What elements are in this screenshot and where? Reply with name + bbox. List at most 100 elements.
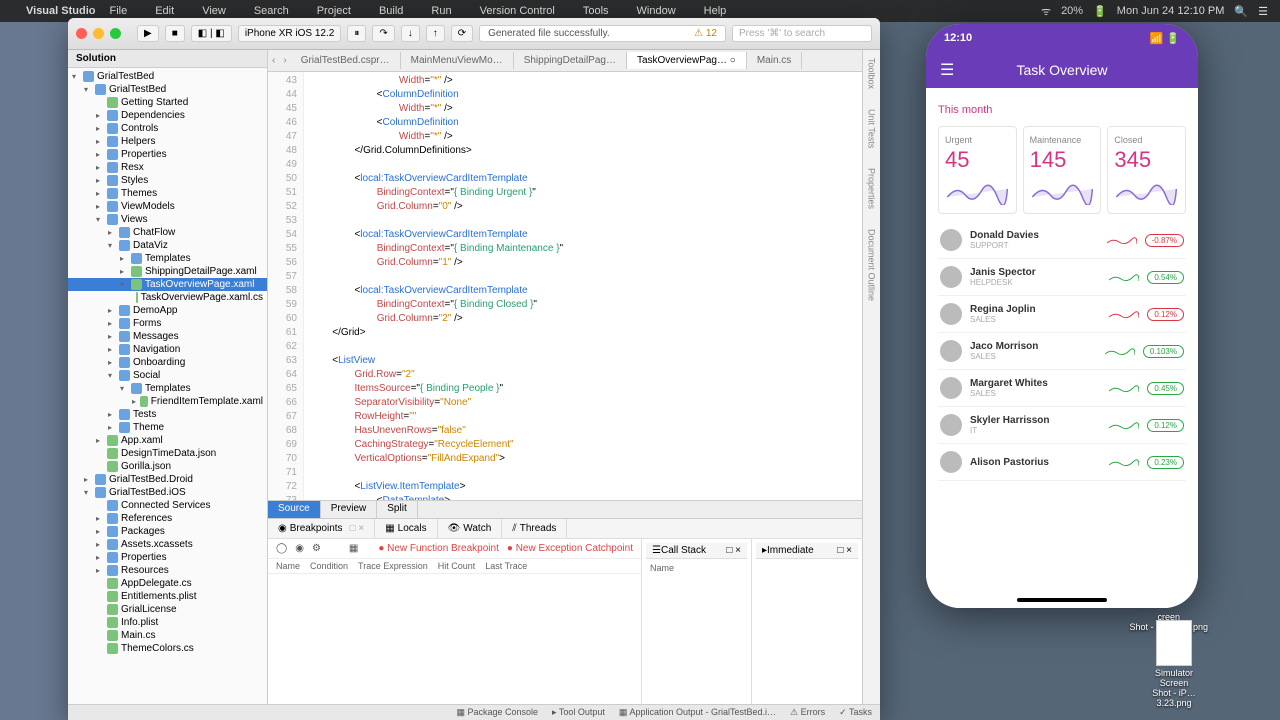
spotlight-icon[interactable]: 🔍 (1234, 5, 1248, 18)
tree-item[interactable]: ▾TaskOverviewPage.xaml (68, 278, 267, 291)
minimize-window-button[interactable] (93, 28, 104, 39)
tree-item[interactable]: ▸FriendItemTemplate.xaml (68, 395, 267, 408)
wifi-icon[interactable]: ᯤ (1041, 4, 1051, 19)
tree-item[interactable]: ▸Styles (68, 174, 267, 187)
tree-item[interactable]: ▸ChatFlow (68, 226, 267, 239)
tree-item[interactable]: ▾GrialTestBed (68, 83, 267, 96)
new-ex-catchpoint[interactable]: New Exception Catchpoint (516, 543, 633, 554)
panel-threads[interactable]: ⫽ Threads (502, 519, 567, 538)
tree-item[interactable]: ▸Templates (68, 252, 267, 265)
code-editor[interactable]: 4344454647484950515253545556575859606162… (268, 72, 862, 500)
tree-item[interactable]: ▾DataViz (68, 239, 267, 252)
tree-item[interactable]: ▸Onboarding (68, 356, 267, 369)
tree-item[interactable]: Connected Services (68, 499, 267, 512)
step-out-button[interactable]: ↑ (426, 25, 445, 42)
tree-item[interactable]: ▸Packages (68, 525, 267, 538)
control-center-icon[interactable]: ☰ (1258, 5, 1268, 18)
tree-item[interactable]: Getting Started (68, 96, 267, 109)
global-search-input[interactable]: Press '⌘' to search (732, 25, 872, 42)
tab-back-button[interactable]: ‹ (268, 55, 279, 66)
menubar-item[interactable]: Tools (583, 5, 609, 17)
tree-item[interactable]: Info.plist (68, 616, 267, 629)
panel-locals[interactable]: ▦ Locals (375, 519, 437, 538)
menubar-item[interactable]: Window (637, 5, 676, 17)
warnings-count[interactable]: ⚠ 12 (694, 28, 717, 39)
tree-item[interactable]: ThemeColors.cs (68, 642, 267, 655)
tree-item[interactable]: ▾GrialTestBed (68, 70, 267, 83)
tree-item[interactable]: ▸Theme (68, 421, 267, 434)
menubar-item[interactable]: Version Control (480, 5, 555, 17)
tree-item[interactable]: ▸Messages (68, 330, 267, 343)
bp-clear-icon[interactable]: ◯ (276, 543, 287, 554)
status-package-console[interactable]: ▦ Package Console (456, 707, 538, 718)
tree-item[interactable]: ▸App.xaml (68, 434, 267, 447)
tab-preview[interactable]: Preview (321, 501, 378, 518)
metric-card[interactable]: Closed345 (1107, 126, 1186, 214)
bp-filter-icon[interactable]: ▦ (349, 543, 358, 554)
tree-item[interactable]: Entitlements.plist (68, 590, 267, 603)
status-app-output[interactable]: ▦ Application Output - GrialTestBed.i… (619, 707, 776, 718)
tree-item[interactable]: ▸Properties (68, 148, 267, 161)
clock[interactable]: Mon Jun 24 12:10 PM (1117, 5, 1225, 17)
tree-item[interactable]: AppDelegate.cs (68, 577, 267, 590)
tree-item[interactable]: ▸Tests (68, 408, 267, 421)
tree-item[interactable]: ▸Dependencies (68, 109, 267, 122)
tree-item[interactable]: ▸Resources (68, 564, 267, 577)
zoom-window-button[interactable] (110, 28, 121, 39)
panel-watch[interactable]: 👁 Watch (438, 519, 503, 538)
list-item[interactable]: Margaret WhitesSALES0.45% (938, 370, 1186, 407)
step-in-button[interactable]: ↓ (401, 25, 420, 42)
menubar-item[interactable]: View (202, 5, 226, 17)
menubar-item[interactable]: Help (704, 5, 727, 17)
refresh-button[interactable]: ⟳ (451, 25, 473, 42)
tree-item[interactable]: ▾Views (68, 213, 267, 226)
tree-item[interactable]: ▸DemoApp (68, 304, 267, 317)
list-item[interactable]: Janis SpectorHELPDESK0.54% (938, 259, 1186, 296)
tree-item[interactable]: ▸ShippingDetailPage.xaml (68, 265, 267, 278)
tree-item[interactable]: ▾Templates (68, 382, 267, 395)
tree-item[interactable]: ▸Properties (68, 551, 267, 564)
doc-outline-tab[interactable]: Document Outline (867, 229, 877, 301)
editor-tab[interactable]: TaskOverviewPag… ○ (627, 52, 747, 69)
stop-button[interactable]: ■ (165, 25, 185, 42)
editor-tab[interactable]: MainMenuViewMo… (401, 52, 514, 69)
tree-item[interactable]: DesignTimeData.json (68, 447, 267, 460)
pause-button[interactable]: ⏸ (347, 25, 366, 42)
solution-sidebar[interactable]: Solution ▾GrialTestBed▾GrialTestBedGetti… (68, 50, 268, 704)
tree-item[interactable]: ▸Navigation (68, 343, 267, 356)
close-window-button[interactable] (76, 28, 87, 39)
app-name[interactable]: Visual Studio (26, 5, 95, 17)
bp-toggle-icon[interactable]: ◉ (295, 543, 304, 554)
tree-item[interactable]: ▸ViewModels (68, 200, 267, 213)
menubar-item[interactable]: Project (317, 5, 351, 17)
tree-item[interactable]: ▸Resx (68, 161, 267, 174)
tree-item[interactable]: ▸Forms (68, 317, 267, 330)
bp-settings-icon[interactable]: ⚙ (312, 543, 321, 554)
panel-breakpoints[interactable]: ◉ Breakpoints□ × (268, 519, 375, 538)
list-item[interactable]: Donald DaviesSUPPORT-0.87% (938, 222, 1186, 259)
unit-tests-tab[interactable]: Unit Tests (867, 109, 877, 148)
tab-split[interactable]: Split (377, 501, 417, 518)
list-item[interactable]: Jaco MorrisonSALES0.103% (938, 333, 1186, 370)
tree-item[interactable]: GrialLicense (68, 603, 267, 616)
tree-item[interactable]: ▸Assets.xcassets (68, 538, 267, 551)
status-tool-output[interactable]: ▸ Tool Output (552, 707, 605, 718)
run-button[interactable]: ▶ (137, 25, 159, 42)
panel-callstack[interactable]: ☰ Call Stack□ × (646, 543, 747, 559)
tab-fwd-button[interactable]: › (279, 55, 290, 66)
status-tasks[interactable]: ✓ Tasks (839, 707, 872, 718)
list-item[interactable]: Alison Pastorius0.23% (938, 444, 1186, 481)
metric-card[interactable]: Urgent45 (938, 126, 1017, 214)
list-item[interactable]: Skyler HarrissonIT0.12% (938, 407, 1186, 444)
tree-item[interactable]: ▸GrialTestBed.Droid (68, 473, 267, 486)
tree-item[interactable]: ▾Social (68, 369, 267, 382)
tree-item[interactable]: ▸Themes (68, 187, 267, 200)
hamburger-icon[interactable]: ☰ (940, 60, 954, 80)
menubar-item[interactable]: Build (379, 5, 403, 17)
tree-item[interactable]: ▸References (68, 512, 267, 525)
new-fn-breakpoint[interactable]: New Function Breakpoint (387, 543, 499, 554)
panel-immediate[interactable]: ▸ Immediate□ × (756, 543, 858, 559)
metric-card[interactable]: Maintenance145 (1023, 126, 1102, 214)
target-selector[interactable]: iPhone XR iOS 12.2 (238, 25, 342, 42)
tree-item[interactable]: Main.cs (68, 629, 267, 642)
